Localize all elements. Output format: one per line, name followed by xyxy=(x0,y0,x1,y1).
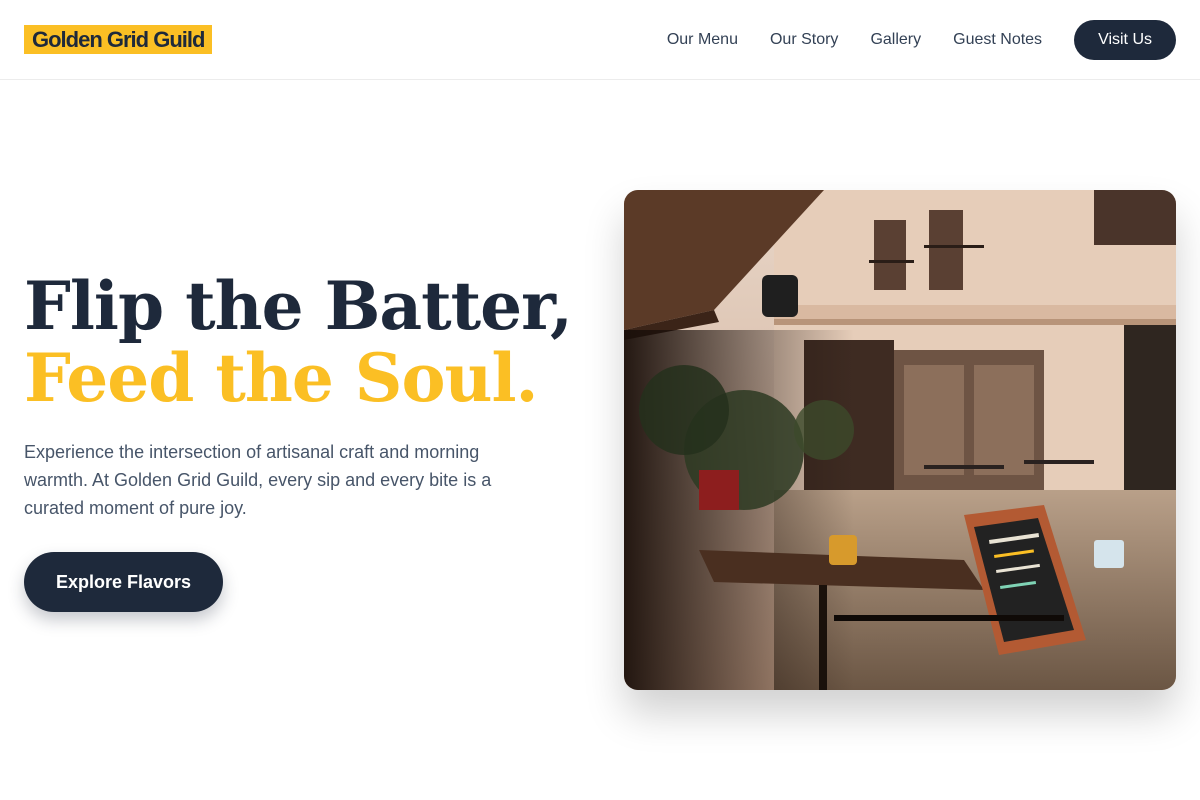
nav-our-story[interactable]: Our Story xyxy=(770,31,838,49)
hero-description: Experience the intersection of artisanal… xyxy=(24,442,492,518)
hero-title-line1: Flip the Batter, xyxy=(24,267,573,345)
hero-title: Flip the Batter, Feed the Soul. xyxy=(24,270,584,414)
explore-flavors-button[interactable]: Explore Flavors xyxy=(24,552,224,612)
hero-cafe-image xyxy=(624,190,1176,690)
site-header: Golden Grid Guild Our Menu Our Story Gal… xyxy=(0,0,1200,80)
hero-title-line2: Feed the Soul. xyxy=(24,339,539,417)
cafe-street-photo-icon xyxy=(624,190,1176,690)
visit-us-button[interactable]: Visit Us xyxy=(1074,20,1176,60)
nav-guest-notes[interactable]: Guest Notes xyxy=(953,31,1042,49)
logo[interactable]: Golden Grid Guild xyxy=(24,25,213,54)
nav-gallery[interactable]: Gallery xyxy=(870,31,921,49)
nav-our-menu[interactable]: Our Menu xyxy=(667,31,738,49)
main-nav: Our Menu Our Story Gallery Guest Notes V… xyxy=(667,0,1176,80)
